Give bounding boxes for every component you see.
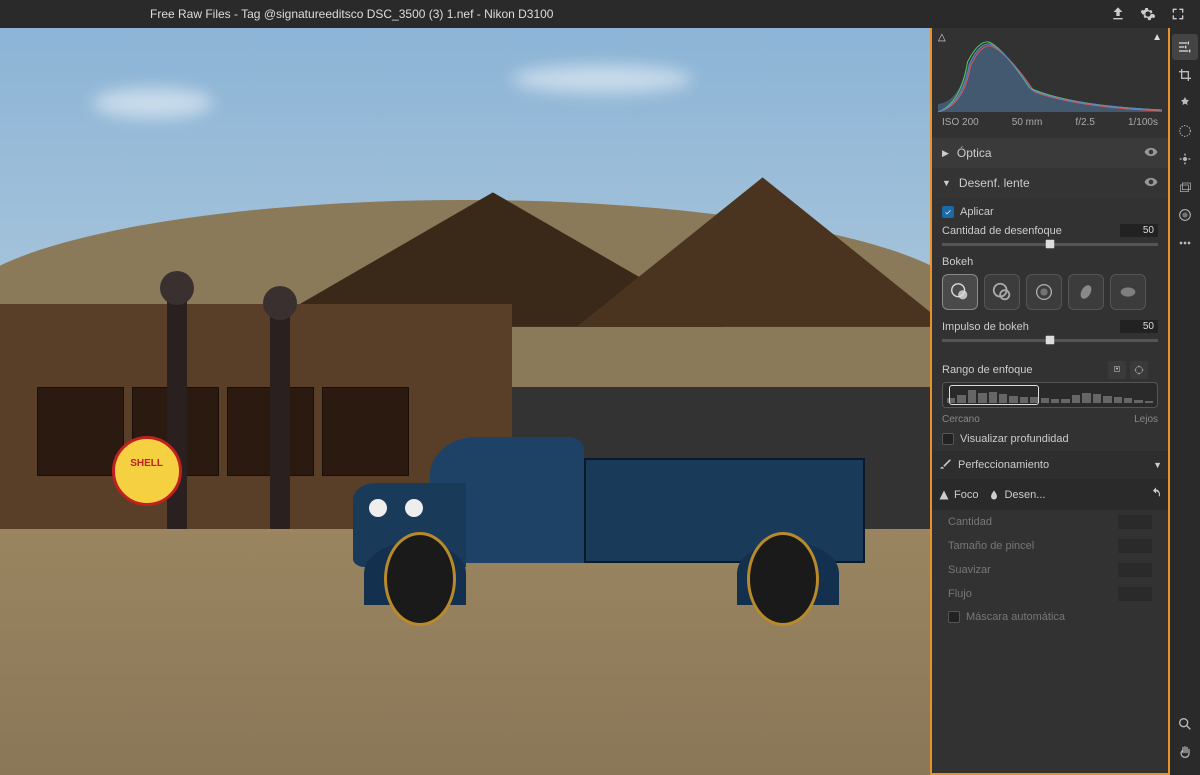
optics-section-header[interactable]: ▶ Óptica [932, 138, 1168, 168]
histogram[interactable]: △ ▲ ISO 200 50 mm f/2.5 1/100s [932, 28, 1168, 138]
redeye-icon[interactable] [1172, 146, 1198, 172]
auto-mask-checkbox[interactable] [948, 611, 960, 623]
aperture-value: f/2.5 [1075, 117, 1094, 128]
heal-icon[interactable] [1172, 90, 1198, 116]
shadow-clip-icon[interactable]: △ [938, 32, 946, 43]
photo-preview [0, 28, 930, 775]
fullscreen-icon[interactable] [1166, 2, 1190, 26]
target-icon[interactable] [1130, 361, 1148, 379]
blur-amount-label: Cantidad de desenfoque [942, 225, 1120, 237]
iso-value: ISO 200 [942, 117, 979, 128]
flow-label: Flujo [948, 588, 1118, 600]
blur-amount-slider[interactable] [942, 243, 1158, 246]
bokeh-ring-button[interactable] [1026, 274, 1062, 310]
brush-size-label: Tamaño de pincel [948, 540, 1118, 552]
feather-input[interactable] [1118, 563, 1152, 577]
blur-amount-input[interactable] [1120, 224, 1158, 237]
highlight-clip-icon[interactable]: ▲ [1152, 32, 1162, 43]
edit-panel: △ ▲ ISO 200 50 mm f/2.5 1/100s ▶ Óptica … [930, 28, 1170, 775]
auto-mask-label: Máscara automática [966, 611, 1152, 623]
zoom-icon[interactable] [1172, 711, 1198, 737]
bokeh-boost-slider[interactable] [942, 339, 1158, 342]
image-viewer[interactable] [0, 28, 930, 775]
chevron-right-icon: ▶ [942, 148, 949, 159]
bokeh-soap-button[interactable] [984, 274, 1020, 310]
near-label: Cercano [942, 414, 980, 425]
visualize-depth-checkbox[interactable] [942, 433, 954, 445]
top-bar: Free Raw Files - Tag @signatureeditsco D… [0, 0, 1200, 28]
focus-range-bar[interactable] [942, 382, 1158, 408]
crop-icon[interactable] [1172, 62, 1198, 88]
amount-label: Cantidad [948, 516, 1118, 528]
apply-label: Aplicar [960, 206, 1158, 218]
lens-icon[interactable] [1172, 202, 1198, 228]
visualize-depth-label: Visualizar profundidad [960, 433, 1158, 445]
amount-input[interactable] [1118, 515, 1152, 529]
mask-circle-icon[interactable] [1172, 118, 1198, 144]
subject-select-icon[interactable] [1108, 361, 1126, 379]
shutter-value: 1/100s [1128, 117, 1158, 128]
hand-icon[interactable] [1172, 739, 1198, 765]
focus-mode-button[interactable]: Foco [938, 489, 978, 501]
chevron-down-icon: ▼ [1153, 460, 1162, 470]
blur-mode-button[interactable]: Desen... [988, 489, 1045, 501]
gear-icon[interactable] [1136, 2, 1160, 26]
lens-blur-body: Aplicar Cantidad de desenfoque Bokeh Imp… [932, 198, 1168, 636]
undo-icon[interactable] [1150, 487, 1162, 502]
apply-checkbox[interactable] [942, 206, 954, 218]
focal-length: 50 mm [1012, 117, 1043, 128]
bokeh-label: Bokeh [942, 256, 1158, 268]
lens-blur-section-header[interactable]: ▼ Desenf. lente [932, 168, 1168, 198]
refine-header[interactable]: Perfeccionamiento ▼ [932, 451, 1168, 479]
tool-strip [1170, 28, 1200, 775]
more-icon[interactable] [1172, 230, 1198, 256]
far-label: Lejos [1134, 414, 1158, 425]
layers-icon[interactable] [1172, 174, 1198, 200]
chevron-down-icon: ▼ [942, 178, 951, 188]
eye-icon[interactable] [1144, 145, 1158, 162]
export-icon[interactable] [1106, 2, 1130, 26]
brush-size-input[interactable] [1118, 539, 1152, 553]
eye-icon[interactable] [1144, 175, 1158, 192]
flow-input[interactable] [1118, 587, 1152, 601]
feather-label: Suavizar [948, 564, 1118, 576]
bokeh-circle-button[interactable] [942, 274, 978, 310]
bokeh-cateye-button[interactable] [1068, 274, 1104, 310]
bokeh-boost-input[interactable] [1120, 320, 1158, 333]
bokeh-boost-label: Impulso de bokeh [942, 321, 1120, 333]
bokeh-blade-button[interactable] [1110, 274, 1146, 310]
brush-icon [938, 457, 952, 474]
document-title: Free Raw Files - Tag @signatureeditsco D… [150, 7, 553, 21]
shell-sign [112, 436, 182, 506]
vintage-truck [353, 416, 865, 625]
edit-sliders-icon[interactable] [1172, 34, 1198, 60]
